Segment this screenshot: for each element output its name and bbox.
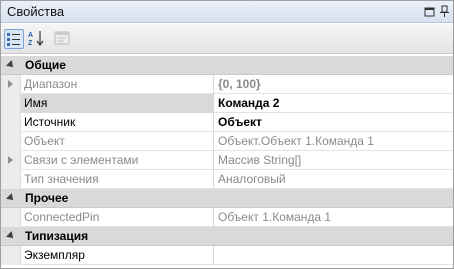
collapse-icon[interactable] [6,193,16,203]
properties-toolbar: A Z [1,24,453,54]
sort-alpha-icon: A Z [28,31,44,47]
property-name: Объект [21,132,214,151]
property-value[interactable]: Объект [214,113,453,132]
property-grid: Общие Диапазон {0, 100} Имя Команда 2 Ис… [1,56,453,265]
category-typing[interactable]: Типизация [1,227,453,246]
property-value[interactable]: Объект.Объект 1.Команда 1 [214,132,453,151]
category-label: Общие [25,58,66,72]
property-row-name[interactable]: Имя Команда 2 [1,94,453,113]
svg-text:A: A [28,32,33,39]
property-row-instance[interactable]: Экземпляр [1,246,453,265]
title-bar: Свойства [1,1,453,23]
category-label: Типизация [25,229,89,243]
property-value[interactable]: Аналоговый [214,170,453,189]
categorized-icon [7,33,20,46]
properties-panel: Свойства A Z Общие Диапазон {0, 100} Имя… [0,0,454,269]
categorized-button[interactable] [4,29,24,49]
property-row-range[interactable]: Диапазон {0, 100} [1,75,453,94]
category-other[interactable]: Прочее [1,189,453,208]
property-row-source[interactable]: Источник Объект [1,113,453,132]
property-value[interactable]: Команда 2 [214,94,453,113]
property-row-connected-pin[interactable]: ConnectedPin Объект 1.Команда 1 [1,208,453,227]
property-name: Связи с элементами [21,151,214,170]
svg-text:Z: Z [28,40,33,47]
property-value[interactable]: Объект 1.Команда 1 [214,208,453,227]
alphabetical-button[interactable]: A Z [27,29,47,49]
property-name: Экземпляр [21,246,214,265]
property-value[interactable]: {0, 100} [214,75,453,94]
property-row-links[interactable]: Связи с элементами Массив String[] [1,151,453,170]
category-label: Прочее [25,191,69,205]
property-name: Имя [21,94,214,113]
property-pages-icon [54,31,70,45]
property-value[interactable] [214,246,453,265]
pin-icon[interactable] [438,5,451,18]
window-menu-icon[interactable] [423,5,436,18]
expand-icon[interactable] [8,156,13,164]
property-name: ConnectedPin [21,208,214,227]
panel-title: Свойства [7,4,65,19]
property-value[interactable]: Массив String[] [214,151,453,170]
property-pages-button[interactable] [53,29,73,49]
property-name: Источник [21,113,214,132]
category-general[interactable]: Общие [1,56,453,75]
property-row-object[interactable]: Объект Объект.Объект 1.Команда 1 [1,132,453,151]
property-row-value-type[interactable]: Тип значения Аналоговый [1,170,453,189]
property-name: Диапазон [21,75,214,94]
collapse-icon[interactable] [6,60,16,70]
expand-icon[interactable] [8,80,13,88]
property-name: Тип значения [21,170,214,189]
collapse-icon[interactable] [6,231,16,241]
